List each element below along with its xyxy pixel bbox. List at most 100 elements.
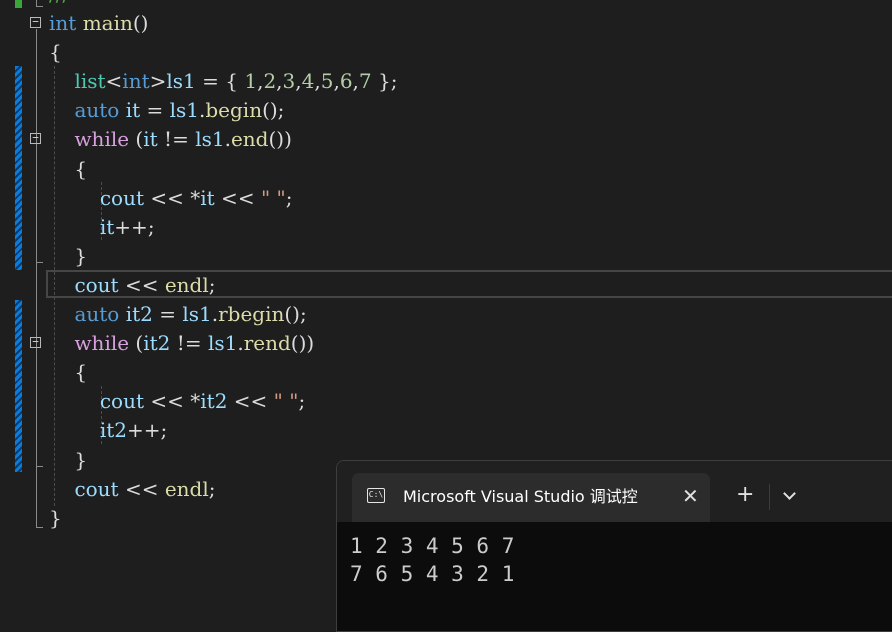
code-token: 2 [263, 69, 277, 94]
code-token: it [99, 214, 115, 239]
code-token: { [49, 360, 88, 385]
code-token: ; [285, 185, 293, 210]
code-token: << [118, 272, 165, 297]
code-line[interactable]: { [49, 155, 87, 184]
code-line[interactable]: auto it2 = ls1.rbegin(); [49, 300, 307, 329]
outline-tick [36, 262, 43, 263]
code-token: it2 [125, 302, 153, 326]
code-line[interactable]: cout << *it << " "; [49, 184, 293, 213]
code-token: ()) [268, 127, 292, 152]
code-line[interactable]: int main() [49, 9, 148, 38]
code-token: } [49, 447, 88, 472]
code-line[interactable]: auto it = ls1.begin(); [49, 96, 284, 125]
code-token: 4 [301, 69, 315, 94]
code-token: } [49, 505, 62, 530]
code-token: it [200, 185, 215, 210]
code-token: 3 [282, 69, 296, 94]
console-tab[interactable]: C:\ Microsoft Visual Studio 调试控 ✕ [352, 473, 710, 522]
code-token: ()) [290, 331, 315, 356]
code-line[interactable]: } [49, 446, 87, 475]
code-token: auto [74, 302, 120, 326]
code-token: = [140, 98, 170, 123]
collapse-while-toggle[interactable]: − [30, 336, 41, 348]
code-token: < [105, 69, 123, 94]
outline-line [36, 349, 37, 466]
code-token: ; [298, 389, 306, 414]
code-token: it [125, 98, 141, 123]
code-token: << * [144, 389, 201, 414]
debug-console-window[interactable]: C:\ Microsoft Visual Studio 调试控 ✕ + 1 2 … [336, 460, 892, 632]
code-token: << [118, 476, 165, 501]
code-token: int [49, 11, 77, 35]
code-token: rbegin [218, 302, 285, 326]
code-token: { [49, 156, 88, 181]
code-token: ( [129, 331, 144, 356]
code-token: > [149, 69, 167, 94]
code-token: (); [284, 302, 307, 326]
code-line[interactable]: it++; [49, 213, 155, 242]
code-token: ++; [114, 214, 155, 239]
code-token: auto [74, 98, 120, 123]
code-token: ; [208, 476, 216, 501]
code-token: }; [371, 69, 398, 94]
code-token: << [227, 389, 274, 414]
terminal-icon: C:\ [367, 488, 385, 503]
code-token: list [74, 69, 106, 94]
code-line[interactable]: { [49, 358, 87, 387]
code-token: endl [164, 476, 209, 501]
code-token: = [152, 302, 183, 326]
code-line[interactable]: while (it != ls1.end()) [49, 125, 292, 154]
code-comment: /// [49, 0, 69, 9]
collapse-main-toggle[interactable]: − [30, 16, 41, 28]
code-token: { [49, 40, 62, 65]
code-token: ++; [127, 418, 168, 443]
chevron-down-icon[interactable] [783, 487, 796, 500]
code-token: " " [273, 389, 299, 414]
code-token: cout [74, 272, 119, 297]
code-line[interactable]: cout << endl; [49, 475, 216, 504]
code-token: while [74, 331, 130, 356]
code-token: (); [262, 98, 285, 123]
code-line[interactable]: list<int>ls1 = { 1,2,3,4,5,6,7 }; [49, 67, 397, 96]
outline-line [36, 145, 37, 262]
close-tab-button[interactable]: ✕ [682, 485, 699, 507]
code-token: cout [99, 185, 145, 210]
code-token: = { [195, 69, 245, 94]
code-token: } [49, 243, 88, 268]
code-token: it [143, 127, 158, 152]
code-line[interactable]: it2++; [49, 416, 167, 445]
code-line[interactable]: cout << endl; [49, 271, 215, 300]
code-token: != [157, 127, 196, 152]
code-token: endl [164, 272, 209, 297]
console-output-line: 7 6 5 4 3 2 1 [350, 562, 515, 586]
code-token: begin [205, 98, 263, 123]
new-tab-button[interactable]: + [736, 482, 754, 508]
code-token: << [214, 185, 261, 210]
code-line[interactable]: } [49, 242, 87, 271]
code-line[interactable]: while (it2 != ls1.rend()) [49, 329, 314, 358]
code-line[interactable]: cout << *it2 << " "; [49, 387, 305, 416]
code-token: ls1 [195, 127, 225, 152]
code-line[interactable]: { [49, 38, 62, 67]
code-token: 7 [358, 69, 372, 94]
change-marker-saved [15, 0, 22, 8]
code-token: ls1 [166, 69, 196, 94]
code-token: main [82, 11, 133, 35]
code-token: 6 [339, 69, 353, 94]
change-marker-unsaved [15, 66, 22, 270]
change-marker-unsaved [15, 300, 22, 472]
code-token: ls1 [169, 98, 199, 123]
code-token: cout [99, 389, 145, 414]
code-token: ls1 [182, 302, 212, 326]
collapse-while-toggle[interactable]: − [30, 132, 41, 144]
outline-tick [36, 466, 43, 467]
code-token: end [230, 127, 269, 152]
code-line[interactable]: } [49, 504, 62, 533]
